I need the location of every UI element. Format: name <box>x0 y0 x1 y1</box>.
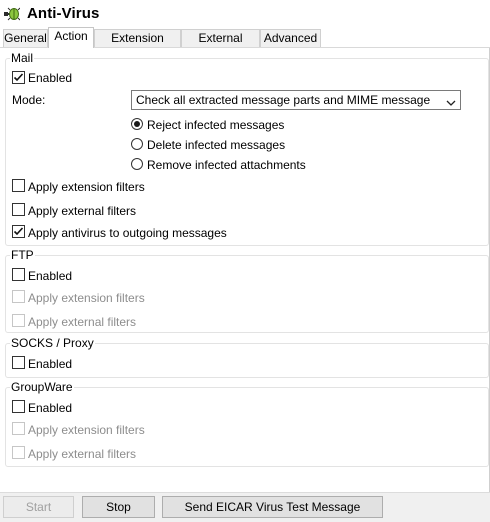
mail-outgoing-label: Apply antivirus to outgoing messages <box>28 226 227 240</box>
mode-label: Mode: <box>12 93 46 107</box>
mail-group-label: Mail <box>10 51 35 65</box>
remove-attachments-radio-label: Remove infected attachments <box>147 158 306 172</box>
mode-select[interactable]: Check all extracted message parts and MI… <box>131 90 461 110</box>
ftp-enabled-checkbox[interactable] <box>12 268 25 281</box>
ftp-external-filters-checkbox[interactable] <box>12 314 25 327</box>
stop-button[interactable]: Stop <box>82 496 155 518</box>
title-bar: Anti-Virus <box>0 0 490 28</box>
groupware-extension-filters-label: Apply extension filters <box>28 423 145 437</box>
tab-general[interactable]: General <box>3 29 48 47</box>
groupware-extension-filters-checkbox[interactable] <box>12 422 25 435</box>
radio-selected-dot <box>134 121 140 127</box>
groupware-enabled-label: Enabled <box>28 401 73 415</box>
window-title: Anti-Virus <box>27 5 100 22</box>
mail-extension-filters-label: Apply extension filters <box>28 180 145 194</box>
mail-external-filters-label: Apply external filters <box>28 204 137 218</box>
mail-enabled-checkbox[interactable] <box>12 71 25 84</box>
delete-radio-label: Delete infected messages <box>147 138 286 152</box>
socks-group-label: SOCKS / Proxy <box>10 336 95 350</box>
ftp-extension-filters-checkbox[interactable] <box>12 290 25 303</box>
mail-external-filters-checkbox[interactable] <box>12 203 25 216</box>
ftp-group-label: FTP <box>10 248 35 262</box>
tab-external-filters[interactable]: External Filters <box>181 29 260 62</box>
tab-advanced[interactable]: Advanced <box>260 29 321 47</box>
remove-attachments-radio[interactable] <box>131 158 143 170</box>
reject-radio[interactable] <box>131 118 143 130</box>
chevron-down-icon <box>446 96 456 110</box>
ftp-external-filters-label: Apply external filters <box>28 315 137 329</box>
start-button[interactable]: Start <box>3 496 74 518</box>
mode-select-value: Check all extracted message parts and MI… <box>136 93 431 107</box>
ftp-enabled-label: Enabled <box>28 269 73 283</box>
delete-radio[interactable] <box>131 138 143 150</box>
reject-radio-label: Reject infected messages <box>147 118 285 132</box>
send-eicar-button[interactable]: Send EICAR Virus Test Message <box>162 496 383 518</box>
tab-action[interactable]: Action <box>48 27 94 48</box>
mail-outgoing-checkbox[interactable] <box>12 225 25 238</box>
tab-extension-filters[interactable]: Extension Filters <box>94 29 181 62</box>
socks-enabled-checkbox[interactable] <box>12 356 25 369</box>
ftp-extension-filters-label: Apply extension filters <box>28 291 145 305</box>
shield-bug-icon <box>4 6 21 22</box>
socks-enabled-label: Enabled <box>28 357 73 371</box>
groupware-enabled-checkbox[interactable] <box>12 400 25 413</box>
groupware-external-filters-label: Apply external filters <box>28 447 137 461</box>
mail-extension-filters-checkbox[interactable] <box>12 179 25 192</box>
mail-enabled-label: Enabled <box>28 71 73 85</box>
groupware-external-filters-checkbox[interactable] <box>12 446 25 459</box>
groupware-group-label: GroupWare <box>10 380 74 394</box>
